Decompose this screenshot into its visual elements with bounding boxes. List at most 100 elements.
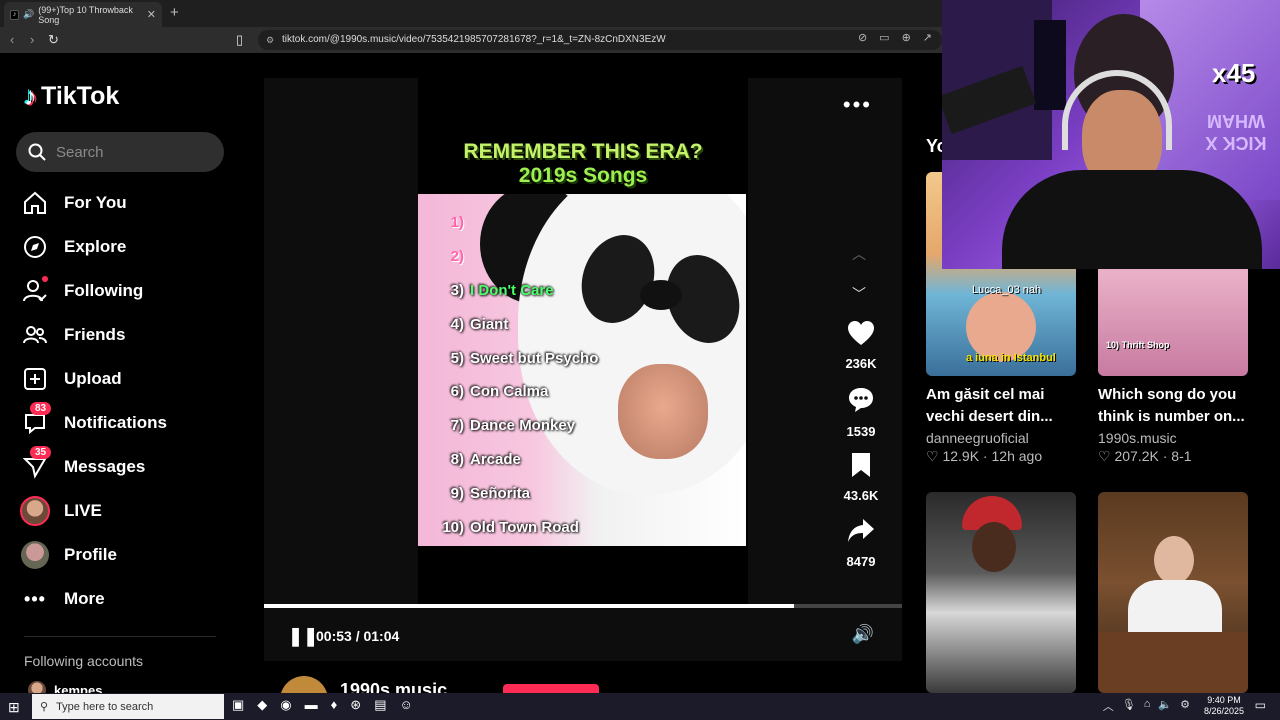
- profile-avatar: [20, 540, 50, 570]
- video-frame[interactable]: REMEMBER THIS ERA? 2019s Songs 1) 2) 3) I…: [418, 78, 748, 605]
- nav-upload[interactable]: Upload: [20, 357, 240, 401]
- nav-for-you[interactable]: For You: [20, 181, 240, 225]
- video-player[interactable]: REMEMBER THIS ERA? 2019s Songs 1) 2) 3) I…: [264, 78, 902, 661]
- cast-icon[interactable]: ▭: [879, 31, 889, 44]
- ellipsis-icon: •••: [24, 588, 46, 609]
- close-tab-icon[interactable]: ✕: [147, 8, 156, 21]
- bookmark-icon[interactable]: ▯: [236, 32, 243, 48]
- webcam-overlay: x45 KICK X WHAM: [942, 0, 1280, 269]
- nav-label: Notifications: [64, 413, 167, 432]
- pause-icon[interactable]: ❚❚: [288, 626, 318, 647]
- nav-profile[interactable]: Profile: [20, 533, 240, 577]
- nav-explore[interactable]: Explore: [20, 225, 240, 269]
- windows-taskbar: ⊞ ⚲ Type here to search ▣ ◆ ◉ ▬ ♦ ⊛ ▤ ☺ …: [0, 693, 1280, 720]
- file-explorer-icon[interactable]: ▬: [305, 697, 318, 713]
- browser-action-icons: ⊘ ▭ ⊕ ↗: [858, 31, 932, 44]
- save-button[interactable]: 43.6K: [836, 452, 886, 503]
- terminal-icon[interactable]: ▤: [374, 697, 386, 713]
- steam-icon[interactable]: ⊛: [350, 697, 361, 713]
- windows-start-icon[interactable]: ⊞: [8, 699, 20, 716]
- brave-icon[interactable]: ♦: [331, 697, 338, 713]
- task-view-icon[interactable]: ▣: [232, 697, 244, 713]
- recommendation-card[interactable]: [1098, 492, 1248, 693]
- webcam-person-body: [1002, 170, 1262, 269]
- video-progress-bar[interactable]: [264, 604, 902, 608]
- share-icon[interactable]: ↗: [923, 31, 932, 44]
- nav-label: LIVE: [64, 501, 102, 520]
- notification-center-icon[interactable]: ▭: [1255, 698, 1266, 712]
- system-tray: ︿ 🎙 ⌂ 🔈 ⚙: [1103, 698, 1190, 714]
- discord-icon[interactable]: ☺: [399, 697, 412, 713]
- edge-icon[interactable]: ◉: [280, 697, 291, 713]
- new-tab-button[interactable]: +: [170, 4, 179, 21]
- chevron-up-icon[interactable]: ︿: [1103, 698, 1114, 714]
- logo-text: TikTok: [41, 82, 120, 110]
- friends-icon: [20, 320, 50, 350]
- volume-icon[interactable]: 🔊: [852, 624, 874, 645]
- nav-label: Explore: [64, 237, 127, 256]
- card-author[interactable]: 1990s.music: [1098, 430, 1248, 446]
- author-name[interactable]: 1990s music: [340, 680, 447, 693]
- taskbar-search[interactable]: ⚲ Type here to search: [32, 694, 224, 719]
- microphone-tray-icon[interactable]: 🎙: [1122, 698, 1136, 714]
- search-icon: [28, 143, 46, 161]
- nav-following[interactable]: Following: [20, 269, 240, 313]
- like-button[interactable]: 236K: [836, 320, 886, 371]
- tiktok-logo[interactable]: ♪ TikTok: [24, 81, 119, 112]
- tiktok-sidebar: ♪ TikTok For You Explore Following Frien…: [0, 53, 250, 699]
- next-video-icon[interactable]: ﹀: [852, 284, 866, 304]
- save-count: 43.6K: [843, 488, 879, 503]
- comment-button[interactable]: 1539: [836, 386, 886, 439]
- network-icon[interactable]: ⌂: [1144, 698, 1151, 714]
- video-caption-line1: REMEMBER THIS ERA?: [463, 140, 703, 163]
- tracking-off-icon[interactable]: ⊘: [858, 31, 867, 44]
- search-input[interactable]: [56, 143, 206, 161]
- nav-messages[interactable]: 35 Messages: [20, 445, 240, 489]
- thumbnail-caption: 10) Thrift Shop: [1106, 340, 1170, 350]
- heart-icon: [836, 320, 886, 352]
- live-avatar: [20, 496, 50, 526]
- url-field[interactable]: ⚙ tiktok.com/@1990s.music/video/75354219…: [258, 30, 942, 50]
- video-thumbnail[interactable]: [1098, 492, 1248, 693]
- nav-notifications[interactable]: 83 Notifications: [20, 401, 240, 445]
- card-title[interactable]: Which song do you think is number on...: [1098, 384, 1248, 428]
- song-row: 1): [450, 214, 464, 232]
- nav-friends[interactable]: Friends: [20, 313, 240, 357]
- recommendation-card[interactable]: [926, 492, 1076, 693]
- browser-tab[interactable]: ♪ 🔊 (99+)Top 10 Throwback Song ✕: [4, 2, 162, 27]
- browser-tab-bar: ♪ 🔊 (99+)Top 10 Throwback Song ✕ +: [0, 0, 942, 27]
- video-time: 00:53 / 01:04: [316, 628, 400, 644]
- more-options-icon[interactable]: •••: [843, 92, 872, 118]
- search-icon: ⚲: [40, 701, 49, 713]
- song-row: 6) Con Calma: [450, 383, 549, 401]
- forward-icon[interactable]: ›: [30, 32, 34, 47]
- nav-more[interactable]: ••• More: [20, 577, 240, 621]
- settings-tray-icon[interactable]: ⚙: [1180, 698, 1190, 714]
- previous-video-icon[interactable]: ︿: [852, 244, 866, 264]
- search-bar[interactable]: [16, 132, 224, 172]
- song-list: 1) 2) 3) I Don't Care 4) Giant 5) Sweet but…: [440, 206, 598, 544]
- card-meta: ♡ 12.9K · 12h ago: [926, 448, 1043, 464]
- zoom-icon[interactable]: ⊕: [902, 31, 911, 44]
- song-row: 10) Old Town Road: [442, 518, 579, 536]
- card-meta: ♡ 207.2K · 8-1: [1098, 448, 1192, 464]
- card-author[interactable]: danneegruoficial: [926, 430, 1076, 446]
- tiktok-note-icon: ♪: [24, 81, 37, 111]
- nav-live[interactable]: LIVE: [20, 489, 240, 533]
- volume-tray-icon[interactable]: 🔈: [1158, 698, 1172, 714]
- author-avatar[interactable]: [280, 676, 328, 693]
- taskbar-clock[interactable]: 9:40 PM 8/26/2025: [1204, 695, 1244, 717]
- video-thumbnail[interactable]: [926, 492, 1076, 693]
- url-text: tiktok.com/@1990s.music/video/7535421985…: [282, 34, 666, 45]
- card-title[interactable]: Am găsit cel mai vechi desert din...: [926, 384, 1076, 428]
- back-icon[interactable]: ‹: [10, 32, 14, 47]
- video-progress-fill: [264, 604, 794, 608]
- copilot-icon[interactable]: ◆: [257, 697, 267, 713]
- compass-icon: [20, 232, 50, 262]
- reload-icon[interactable]: ↻: [48, 32, 59, 48]
- follow-button[interactable]: [503, 684, 599, 693]
- webcam-sign: KICK X WHAM: [1205, 111, 1267, 153]
- site-info-icon[interactable]: ⚙: [266, 30, 274, 50]
- share-button[interactable]: 8479: [836, 518, 886, 569]
- nav-label: For You: [64, 193, 127, 212]
